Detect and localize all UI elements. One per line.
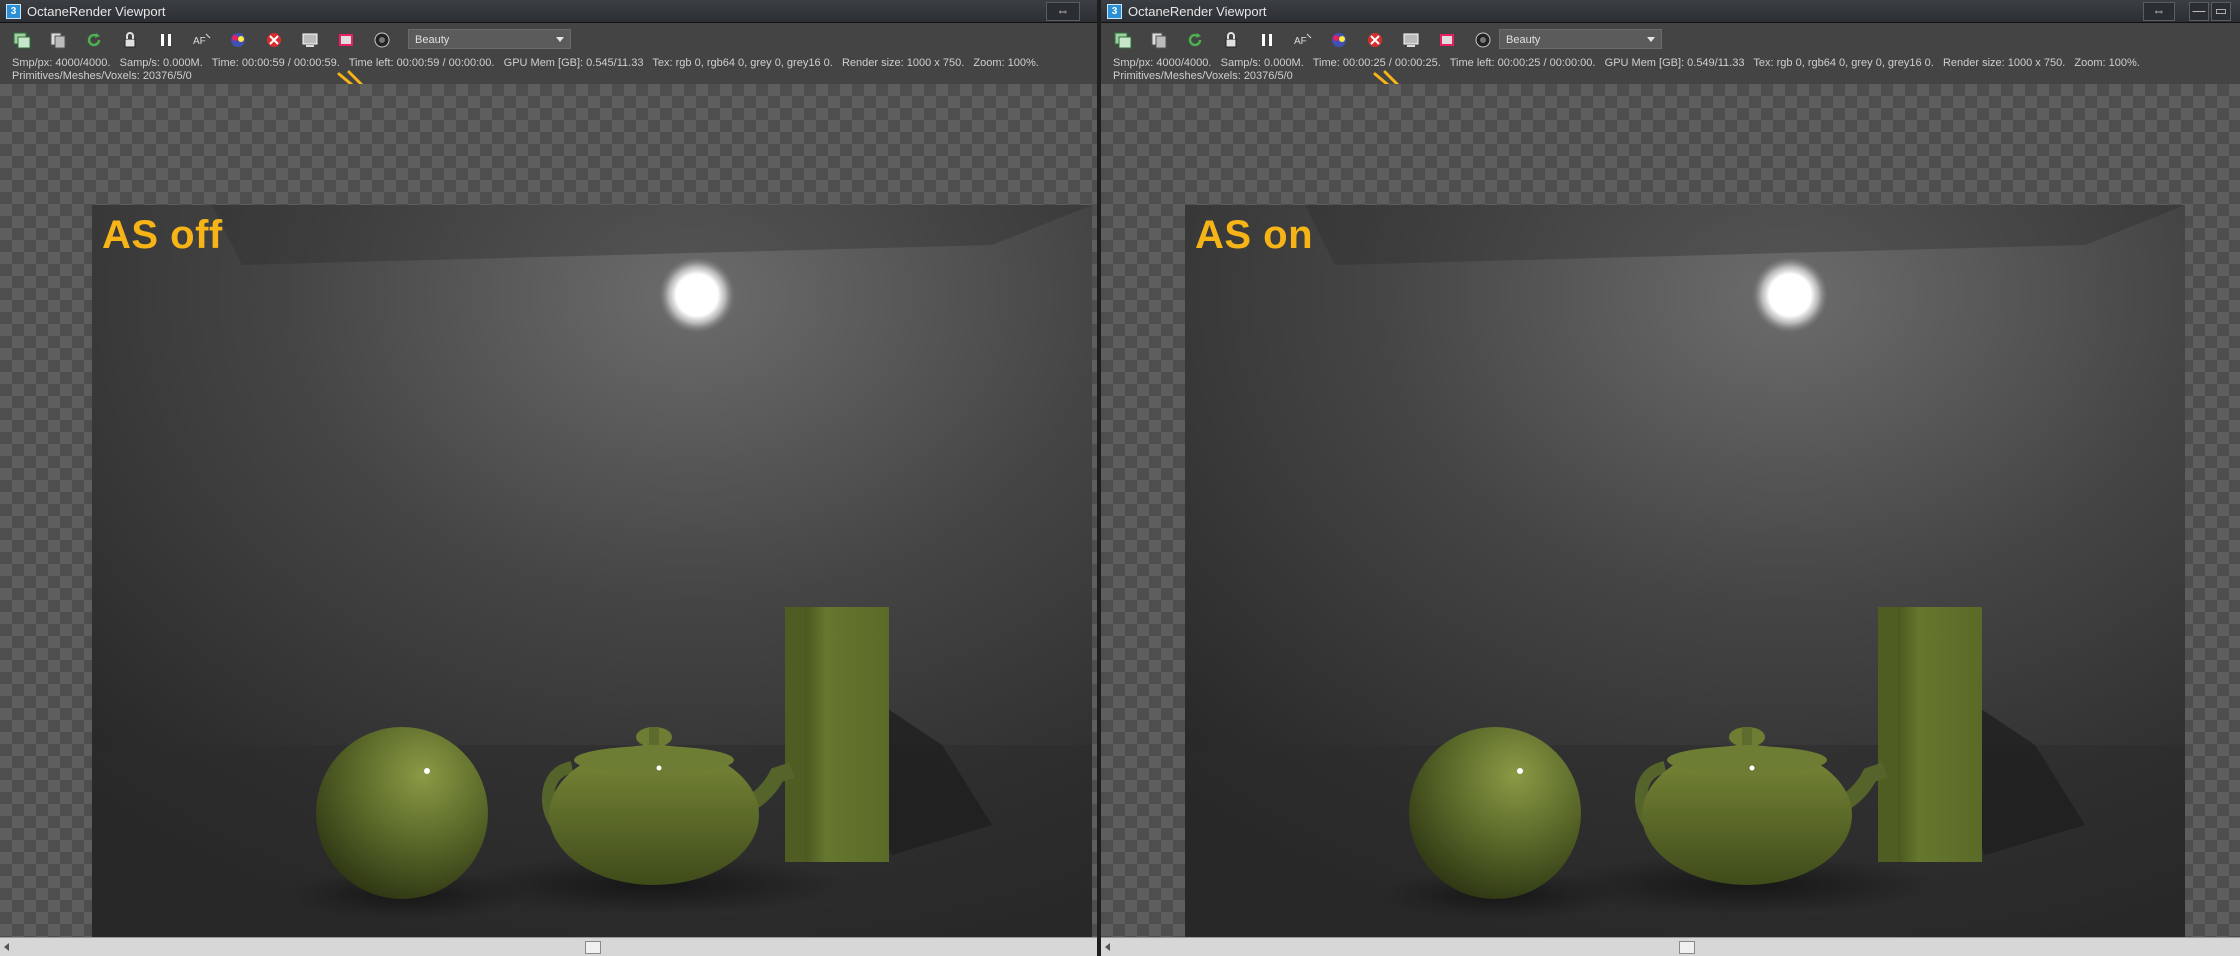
render-pass-select[interactable]: Beauty — [408, 29, 571, 49]
svg-text:AF: AF — [1294, 36, 1307, 47]
app-icon: 3 — [6, 4, 21, 19]
maximize-button[interactable]: ▭ — [2211, 2, 2231, 21]
render-image[interactable]: AS on — [1185, 205, 2185, 955]
lock-icon[interactable] — [1221, 30, 1241, 50]
app-icon: 3 — [1107, 4, 1122, 19]
stats-line: Primitives/Meshes/Voxels: 20376/5/0 — [1113, 70, 1293, 82]
restart-render-icon[interactable] — [1185, 30, 1205, 50]
render-scene-svg — [1185, 205, 2185, 955]
clear-icon[interactable] — [264, 30, 284, 50]
stats-line: Primitives/Meshes/Voxels: 20376/5/0 — [12, 70, 192, 82]
scroll-left-icon[interactable] — [4, 943, 9, 951]
chevron-down-icon — [1647, 37, 1655, 42]
horizontal-scrollbar[interactable] — [1101, 937, 2240, 956]
render-statistics: Smp/px: 4000/4000. Samp/s: 0.000M. Time:… — [12, 57, 1039, 83]
title-bar: 3 OctaneRender Viewport ⇔ — ▭ — [1101, 0, 2240, 23]
comparison-label: AS off — [102, 213, 223, 257]
svg-text:AF: AF — [193, 36, 206, 47]
camera-icon[interactable] — [372, 30, 392, 50]
render-statistics: Smp/px: 4000/4000. Samp/s: 0.000M. Time:… — [1113, 57, 2140, 83]
title-bar: 3 OctaneRender Viewport ⇔ — [0, 0, 1097, 23]
render-pass-value: Beauty — [415, 34, 450, 46]
chevron-down-icon — [556, 37, 564, 42]
scroll-left-icon[interactable] — [1105, 943, 1110, 951]
stats-line: Smp/px: 4000/4000. Samp/s: 0.000M. Time:… — [12, 57, 1039, 69]
af-focus-icon[interactable]: AF — [192, 30, 212, 50]
film-settings-icon[interactable] — [1437, 30, 1457, 50]
viewport-right: 3 OctaneRender Viewport ⇔ — ▭ AF Beauty … — [1101, 0, 2240, 956]
film-settings-icon[interactable] — [336, 30, 356, 50]
render-canvas[interactable]: AS on — [1101, 84, 2240, 955]
color-picker-icon[interactable] — [1329, 30, 1349, 50]
toolbar: AF Beauty — [1101, 25, 2240, 55]
clear-icon[interactable] — [1365, 30, 1385, 50]
toolbar: AF Beauty — [0, 25, 1097, 55]
region-render-icon[interactable] — [300, 30, 320, 50]
restart-render-icon[interactable] — [84, 30, 104, 50]
lock-icon[interactable] — [120, 30, 140, 50]
send-scene-icon[interactable] — [1113, 30, 1133, 50]
window-title: OctaneRender Viewport — [1128, 4, 1267, 19]
copy-icon[interactable] — [48, 30, 68, 50]
comparison-label: AS on — [1195, 213, 1314, 257]
render-canvas[interactable]: AS off — [0, 84, 1097, 955]
send-scene-icon[interactable] — [12, 30, 32, 50]
render-scene-svg — [92, 205, 1092, 955]
scroll-thumb[interactable] — [1679, 941, 1695, 954]
pause-icon[interactable] — [156, 30, 176, 50]
render-image[interactable]: AS off — [92, 205, 1092, 955]
viewport-left: 3 OctaneRender Viewport ⇔ AF Beauty Smp/… — [0, 0, 1097, 956]
camera-icon[interactable] — [1473, 30, 1493, 50]
pause-icon[interactable] — [1257, 30, 1277, 50]
af-focus-icon[interactable]: AF — [1293, 30, 1313, 50]
region-render-icon[interactable] — [1401, 30, 1421, 50]
stats-line: Smp/px: 4000/4000. Samp/s: 0.000M. Time:… — [1113, 57, 2140, 69]
window-title: OctaneRender Viewport — [27, 4, 166, 19]
float-toggle-button[interactable]: ⇔ — [1046, 2, 1080, 21]
minimize-button[interactable]: — — [2189, 2, 2209, 21]
scroll-thumb[interactable] — [585, 941, 601, 954]
horizontal-scrollbar[interactable] — [0, 937, 1097, 956]
render-pass-select[interactable]: Beauty — [1499, 29, 1662, 49]
copy-icon[interactable] — [1149, 30, 1169, 50]
color-picker-icon[interactable] — [228, 30, 248, 50]
float-toggle-button[interactable]: ⇔ — [2143, 2, 2175, 21]
render-pass-value: Beauty — [1506, 34, 1541, 46]
